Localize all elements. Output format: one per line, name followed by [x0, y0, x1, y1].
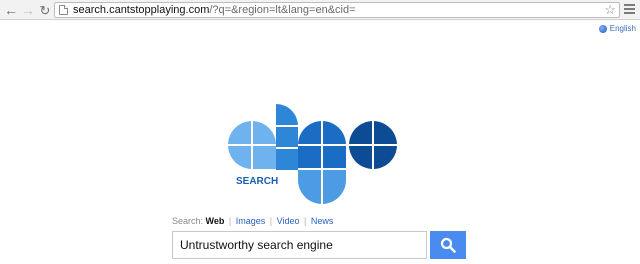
- search-icon: [440, 237, 456, 253]
- tab-web[interactable]: Web: [206, 216, 225, 226]
- reload-icon: ↻: [39, 2, 51, 18]
- browser-menu-button[interactable]: [624, 4, 636, 16]
- reload-button[interactable]: ↻: [37, 2, 53, 18]
- forward-button[interactable]: →: [20, 2, 36, 18]
- bookmark-star-icon[interactable]: ☆: [604, 3, 616, 17]
- menu-bar-icon: [624, 8, 635, 10]
- tab-video[interactable]: Video: [277, 216, 300, 226]
- language-selector[interactable]: English: [598, 24, 636, 33]
- menu-bar-icon: [624, 4, 635, 6]
- url-path: /?q=&region=lt&lang=en&cid=: [209, 4, 356, 16]
- tab-separator: |: [304, 216, 307, 226]
- site-logo: SEARCH: [228, 104, 397, 204]
- search-type-tabs: Search: Web | Images | Video | News: [172, 216, 333, 226]
- search-button[interactable]: [430, 231, 466, 259]
- language-label: English: [609, 24, 636, 33]
- browser-toolbar: ← → ↻ search.cantstopplaying.com/?q=&reg…: [0, 0, 640, 20]
- search-prefix-label: Search:: [172, 216, 204, 226]
- back-button[interactable]: ←: [3, 2, 19, 18]
- url-text[interactable]: search.cantstopplaying.com/?q=&region=lt…: [73, 4, 356, 17]
- logo-tagline: SEARCH: [236, 176, 278, 187]
- search-box: [172, 231, 427, 259]
- logo-letter-g: [298, 121, 346, 204]
- tab-separator: |: [269, 216, 273, 226]
- back-arrow-icon: ←: [4, 2, 18, 18]
- logo-letter-a: [228, 121, 276, 169]
- tab-separator: |: [228, 216, 232, 226]
- tab-images[interactable]: Images: [236, 216, 266, 226]
- forward-arrow-icon: →: [21, 2, 35, 18]
- url-domain: search.cantstopplaying.com: [73, 4, 210, 16]
- page-icon: [59, 5, 68, 15]
- globe-icon: [598, 24, 607, 33]
- tab-news[interactable]: News: [311, 216, 334, 226]
- search-input[interactable]: [173, 232, 426, 258]
- address-bar[interactable]: search.cantstopplaying.com/?q=&region=lt…: [54, 2, 620, 18]
- logo-letter-o: [349, 121, 397, 169]
- logo-letter-l: [276, 104, 298, 170]
- menu-bar-icon: [624, 12, 635, 14]
